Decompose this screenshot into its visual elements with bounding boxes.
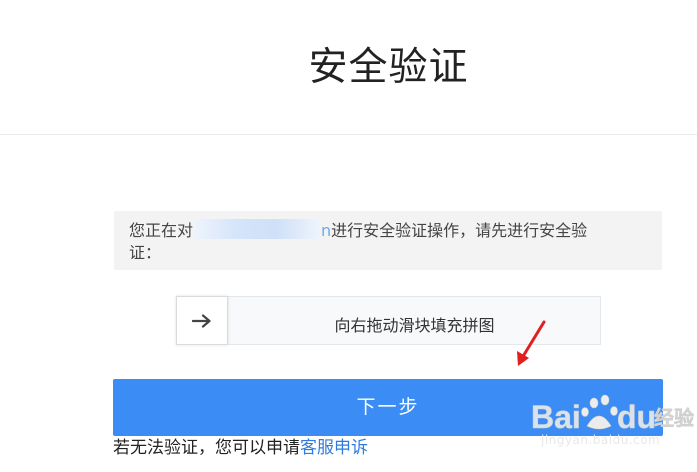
notice-suffix: 进行安全验证操作，请先进行安全验 [331, 221, 588, 240]
red-arrow-annotation [517, 320, 546, 366]
arrow-right-icon [192, 313, 211, 328]
redacted-account [194, 219, 321, 239]
help-prefix: 若无法验证，您可以申请 [113, 438, 300, 458]
notice-line2: 证： [129, 243, 162, 262]
security-verification-page: 安全验证 您正在对 n进行安全验证操作，请先进行安全验 证： 向右拖动滑块填充拼图… [0, 0, 697, 472]
help-text: 若无法验证，您可以申请客服申诉 [113, 436, 368, 460]
page-title: 安全验证 [308, 45, 469, 90]
verification-notice: 您正在对 n进行安全验证操作，请先进行安全验 证： [114, 211, 662, 270]
notice-prefix: 您正在对 [129, 221, 194, 240]
redacted-account-tail: n [321, 221, 332, 240]
customer-appeal-link[interactable]: 客服申诉 [300, 438, 368, 458]
header-divider [0, 134, 697, 135]
slider-handle[interactable] [176, 296, 228, 345]
next-step-button[interactable]: 下一步 [113, 379, 663, 436]
